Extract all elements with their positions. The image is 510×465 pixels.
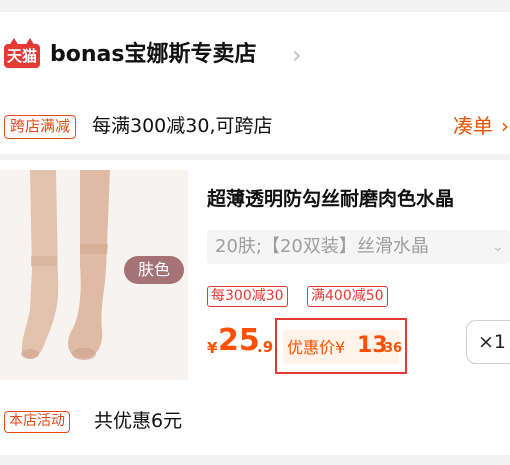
store-chevron-icon[interactable]: › (292, 40, 302, 70)
sku-text[interactable]: 20肤;【20双装】丝滑水晶 (215, 233, 429, 261)
price-currency: ¥ (207, 339, 218, 357)
coupon-price-decimal: .36 (379, 341, 403, 356)
cross-store-promo-tag: 跨店满减 (4, 115, 77, 139)
price-integer: 25 (218, 323, 260, 358)
store-name-link[interactable]: bonas宝娜斯专卖店 (50, 40, 256, 70)
shop-activity-text[interactable]: 共优惠6元 (94, 406, 182, 436)
cross-store-promo-text: 每满300减30,可跨店 (92, 115, 273, 137)
quantity-value[interactable]: ×1 (478, 328, 506, 356)
shop-activity-tag: 本店活动 (4, 411, 70, 433)
price-decimal: .9 (257, 338, 274, 356)
coupon-price-label: 优惠价¥ (287, 338, 346, 357)
color-tag: 肤色 (124, 256, 184, 284)
add-on-items-button[interactable]: 凑单 (453, 111, 493, 141)
tmall-logo-icon: 天猫 (4, 44, 40, 68)
product-title[interactable]: 超薄透明防勾丝耐磨肉色水晶 (207, 184, 454, 214)
sku-dropdown-icon[interactable]: ⌄ (492, 234, 504, 260)
add-on-chevron-icon[interactable]: › (501, 111, 509, 141)
discount-badge: 每300减30 (207, 286, 288, 307)
discount-badge: 满400减50 (307, 286, 388, 307)
